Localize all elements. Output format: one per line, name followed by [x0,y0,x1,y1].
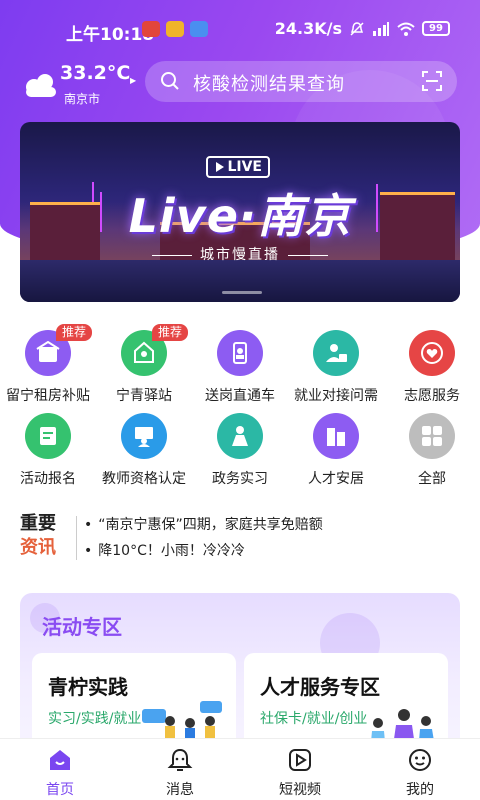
tab-label: 我的 [406,782,434,798]
tab-label: 短视频 [279,782,321,798]
signal-icon [373,21,389,36]
search-placeholder: 核酸检测结果查询 [193,74,345,95]
service-job-match[interactable]: 就业对接问需 [288,330,384,410]
recommend-badge: 推荐 [152,324,189,341]
service-icon-bg [25,413,71,459]
service-housing[interactable]: 人才安居 [288,413,384,493]
all-icon [422,426,442,446]
activity-zone: 活动专区 青柠实践 实习/实践/就业 人才服务专区 社保卡/就业/创业 [20,593,460,753]
search-icon [161,72,179,90]
weather-city: 南京市 [64,92,101,106]
service-label: 就业对接问需 [294,388,378,404]
home-icon [50,750,70,770]
service-icon-bg [313,330,359,376]
news-item[interactable]: 降10°C！小雨！冷冷冷 [84,540,245,560]
tab-home[interactable]: 首页 [0,739,120,800]
card-title: 人才服务专区 [260,675,380,699]
status-bar: 上午10:18 24.3K/s 99 [0,0,480,45]
service-intern[interactable]: 政务实习 [192,413,288,493]
weather-widget[interactable]: 33.2°C 南京市 ▶ [20,62,140,108]
news-item[interactable]: “南京宁惠保”四期，家庭共享免赔额 [84,514,323,534]
card-title: 青柠实践 [48,675,128,699]
service-all[interactable]: 全部 [384,413,480,493]
service-teacher[interactable]: 教师资格认定 [96,413,192,493]
bell-icon [167,748,193,771]
service-icon-bg [217,413,263,459]
service-label: 留宁租房补贴 [6,388,90,404]
phone-job-icon [233,342,247,364]
service-label: 志愿服务 [404,388,460,404]
profile-icon [409,749,431,771]
service-volunteer[interactable]: 志愿服务 [384,330,480,410]
weather-temperature: 33.2°C [60,62,131,84]
job-match-icon [326,344,347,362]
tab-label: 首页 [46,782,74,798]
status-time: 上午10:18 [66,25,155,45]
service-label: 教师资格认定 [102,471,186,487]
teacher-icon [135,427,153,447]
service-label: 宁青驿站 [116,388,172,404]
rent-icon [36,341,60,362]
volunteer-icon [421,342,443,364]
wifi-icon [397,22,415,36]
service-label: 送岗直通车 [205,388,275,404]
scan-icon[interactable] [422,71,442,91]
video-icon [289,749,311,771]
card-subtitle: 实习/实践/就业 [48,711,142,727]
service-icon-bg [121,413,167,459]
service-label: 活动报名 [20,471,76,487]
news-ticker[interactable]: 重要 资讯 “南京宁惠保”四期，家庭共享免赔额 降10°C！小雨！冷冷冷 [0,510,480,570]
network-speed: 24.3K/s [274,19,342,38]
service-signup[interactable]: 活动报名 [0,413,96,493]
service-label: 政务实习 [212,471,268,487]
app-notification-icon [166,21,184,37]
news-divider [76,516,77,560]
bottom-tab-bar: 首页 消息 短视频 我的 [0,738,480,800]
app-root: 上午10:18 24.3K/s 99 33.2°C 南京市 ▶ 核酸检测结果查询 [0,0,480,800]
banner-water [20,260,460,302]
service-rent[interactable]: 留宁租房补贴 推荐 [0,324,96,410]
service-label: 全部 [418,471,446,487]
cloud-icon [26,74,56,97]
tab-messages[interactable]: 消息 [120,739,240,800]
app-notification-icon [142,21,160,37]
banner-title: Live·南京 [128,189,352,243]
search-bar[interactable]: 核酸检测结果查询 [145,61,457,102]
battery-icon: 99 [422,21,450,36]
app-notification-icon [190,21,208,37]
mute-icon [350,21,364,36]
carousel-indicator [222,291,262,294]
station-icon [134,341,154,363]
service-icon-bg [409,330,455,376]
intern-icon [232,426,248,446]
news-logo: 重要 资讯 [20,513,56,558]
banner-subtitle: 城市慢直播 [20,244,460,264]
tab-short-video[interactable]: 短视频 [240,739,360,800]
tab-label: 消息 [166,782,194,798]
service-icon-bg [313,413,359,459]
status-right: 24.3K/s 99 [275,19,450,38]
housing-icon [327,428,345,446]
live-tag: LIVE [206,156,270,178]
service-icon-bg [409,413,455,459]
recommend-badge: 推荐 [56,324,93,341]
service-label: 人才安居 [308,471,364,487]
service-icon-bg [217,330,263,376]
live-banner[interactable]: LIVE Live·南京 城市慢直播 [20,122,460,302]
activity-zone-title: 活动专区 [42,615,122,639]
tab-profile[interactable]: 我的 [360,739,480,800]
service-phone-job[interactable]: 送岗直通车 [192,330,288,410]
city-chevron-icon: ▶ [130,76,137,85]
signup-icon [40,427,56,445]
service-station[interactable]: 宁青驿站 推荐 [96,324,192,410]
